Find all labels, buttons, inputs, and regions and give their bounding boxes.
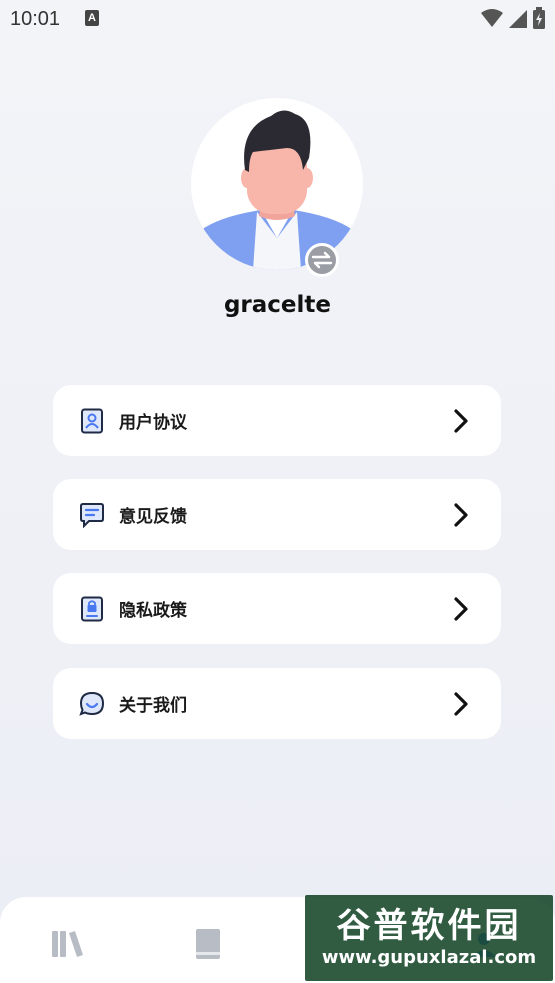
chevron-right-icon [454, 692, 468, 716]
menu-item-feedback[interactable]: 意见反馈 [53, 479, 501, 550]
nav-library[interactable] [50, 926, 86, 962]
battery-icon [533, 7, 545, 29]
status-icons [481, 7, 545, 29]
avatar-illustration [191, 110, 363, 270]
user-document-icon [79, 408, 105, 434]
menu-label: 隐私政策 [119, 601, 187, 621]
menu-item-user-agreement[interactable]: 用户协议 [53, 385, 501, 456]
status-time: 10:01 [10, 8, 61, 30]
username: gracelte [223, 292, 332, 318]
chevron-right-icon [454, 503, 468, 527]
avatar[interactable] [191, 98, 363, 270]
watermark-url: www.gupuxlazal.com [321, 947, 537, 968]
lock-document-icon [79, 596, 105, 622]
message-icon [79, 502, 105, 528]
menu-item-about-us[interactable]: 关于我们 [53, 668, 501, 739]
menu-item-privacy-policy[interactable]: 隐私政策 [53, 573, 501, 644]
menu-label: 意见反馈 [119, 507, 187, 527]
chevron-right-icon [454, 409, 468, 433]
watermark: 谷普软件园 www.gupuxlazal.com [305, 895, 553, 981]
status-bar: 10:01 A [0, 0, 555, 38]
notification-a-icon: A [85, 10, 99, 26]
menu-label: 关于我们 [119, 696, 187, 716]
signal-icon [509, 10, 527, 28]
nav-bookshelf[interactable] [190, 926, 226, 962]
book-icon [196, 929, 220, 959]
chevron-right-icon [454, 597, 468, 621]
wifi-icon [481, 9, 503, 27]
swap-arrows-icon [311, 251, 333, 269]
menu-label: 用户协议 [119, 413, 187, 433]
watermark-title: 谷普软件园 [336, 906, 522, 946]
switch-avatar-button[interactable] [305, 243, 339, 277]
chat-bubble-icon [79, 691, 105, 717]
library-books-icon [52, 931, 83, 957]
